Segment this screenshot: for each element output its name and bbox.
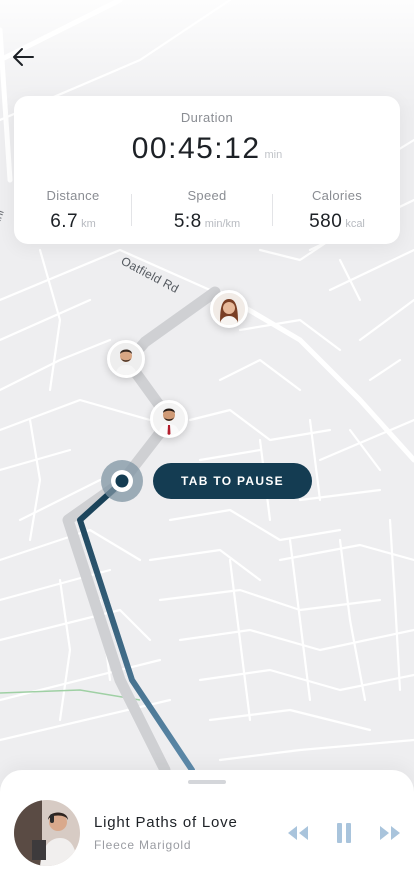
distance-stat: Distance 6.7 km (14, 188, 132, 233)
avatar-woman (213, 293, 245, 325)
speed-stat: Speed 5:8 min/km (148, 188, 266, 233)
calories-label: Calories (311, 188, 363, 203)
avatar-man (110, 343, 142, 375)
pause-button[interactable] (331, 820, 357, 846)
top-fade (0, 0, 414, 110)
duration-label: Duration (180, 110, 234, 125)
rewind-icon (288, 826, 308, 840)
stat-divider (131, 194, 132, 226)
pause-icon (337, 823, 351, 843)
distance-label: Distance (46, 188, 100, 203)
fast-forward-button[interactable] (376, 820, 404, 846)
run-stats-card: Duration 00:45:12 min Distance 6.7 km Spee… (14, 96, 400, 244)
speed-value: 5:8 (173, 211, 202, 232)
duration-unit: min (264, 149, 283, 161)
back-button[interactable] (8, 42, 38, 72)
distance-unit: km (81, 218, 96, 230)
current-location-icon (101, 460, 143, 502)
rewind-button[interactable] (284, 820, 312, 846)
duration-value: 00:45:12 (131, 132, 261, 165)
speed-label: Speed (187, 188, 227, 203)
avatar-man-tie (153, 403, 185, 435)
album-art-image (14, 800, 80, 866)
speed-unit: min/km (204, 218, 241, 230)
track-title: Light Paths of Love (94, 814, 238, 831)
distance-value: 6.7 (50, 211, 79, 232)
arrow-left-icon (13, 48, 34, 66)
runner-avatar[interactable] (150, 400, 188, 438)
fast-forward-icon (380, 826, 400, 840)
drag-handle[interactable] (188, 780, 226, 784)
track-artist: Fleece Marigold (94, 838, 192, 852)
calories-unit: kcal (345, 218, 365, 230)
calories-value: 580 (309, 211, 343, 232)
runner-avatar[interactable] (107, 340, 145, 378)
album-art[interactable] (14, 800, 80, 866)
duration-row: 00:45:12 min (14, 132, 400, 166)
music-player: Light Paths of Love Fleece Marigold (0, 770, 414, 896)
tap-to-pause-button[interactable]: TAB TO PAUSE (153, 463, 312, 499)
runner-avatar[interactable] (210, 290, 248, 328)
calories-stat: Calories 580 kcal (278, 188, 396, 233)
stat-divider (272, 194, 273, 226)
